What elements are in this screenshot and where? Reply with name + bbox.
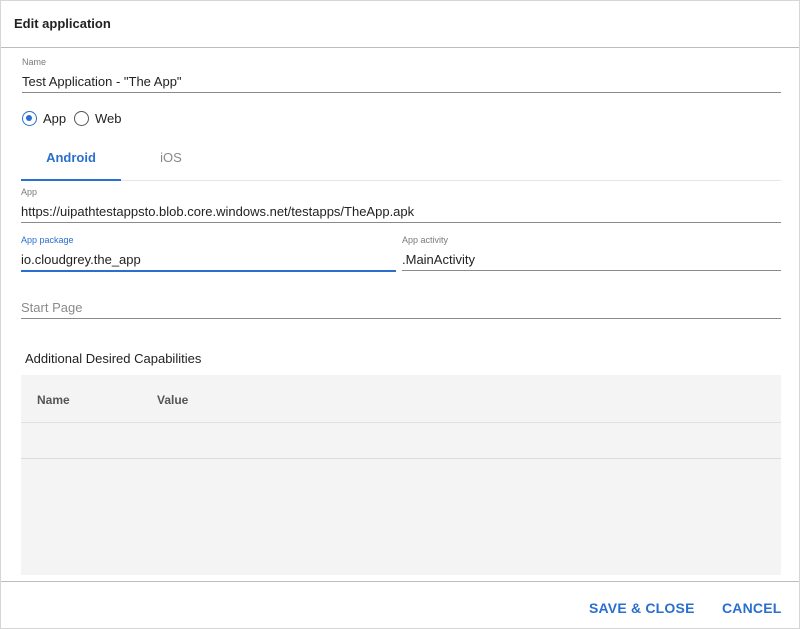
radio-app-label: App: [43, 111, 67, 126]
start-page-input[interactable]: Start Page: [21, 300, 82, 315]
name-field-label: Name: [22, 57, 47, 67]
column-header-value[interactable]: Value: [157, 393, 188, 407]
column-header-name[interactable]: Name: [37, 393, 70, 407]
app-activity-field[interactable]: App activity .MainActivity: [402, 235, 781, 272]
edit-application-dialog: Edit application Name Test Application -…: [0, 0, 800, 629]
app-activity-underline: [402, 270, 781, 271]
tab-ios[interactable]: iOS: [121, 141, 221, 181]
radio-web[interactable]: Web: [74, 111, 122, 126]
capabilities-title: Additional Desired Capabilities: [25, 351, 202, 366]
app-field[interactable]: App https://uipathtestappsto.blob.core.w…: [21, 187, 781, 223]
name-field[interactable]: Name Test Application - "The App": [22, 57, 781, 93]
start-page-field[interactable]: Start Page: [21, 297, 781, 320]
radio-app[interactable]: App: [22, 111, 66, 126]
capabilities-grid-header: Name Value: [21, 375, 781, 423]
app-package-label: App package: [21, 235, 74, 245]
app-activity-input[interactable]: .MainActivity: [402, 252, 475, 267]
start-page-underline: [21, 318, 781, 319]
dialog-title: Edit application: [14, 16, 111, 31]
app-package-field[interactable]: App package io.cloudgrey.the_app: [21, 235, 396, 272]
dialog-header: Edit application: [1, 1, 799, 48]
tab-android[interactable]: Android: [21, 141, 121, 181]
radio-app-circle[interactable]: [22, 111, 37, 126]
radio-web-label: Web: [95, 111, 122, 126]
app-underline: [21, 222, 781, 223]
app-package-input[interactable]: io.cloudgrey.the_app: [21, 252, 141, 267]
radio-web-circle[interactable]: [74, 111, 89, 126]
platform-tabs: Android iOS: [21, 141, 781, 181]
capabilities-empty-row[interactable]: [21, 423, 781, 459]
save-close-button[interactable]: SAVE & CLOSE: [589, 600, 695, 616]
capabilities-grid: Name Value: [21, 375, 781, 575]
name-input[interactable]: Test Application - "The App": [22, 74, 182, 89]
app-package-underline: [21, 270, 396, 272]
app-field-label: App: [21, 187, 38, 197]
cancel-button[interactable]: CANCEL: [722, 600, 782, 616]
name-underline: [22, 92, 781, 93]
app-url-input[interactable]: https://uipathtestappsto.blob.core.windo…: [21, 204, 414, 219]
dialog-footer: SAVE & CLOSE CANCEL: [1, 581, 799, 629]
app-activity-label: App activity: [402, 235, 449, 245]
